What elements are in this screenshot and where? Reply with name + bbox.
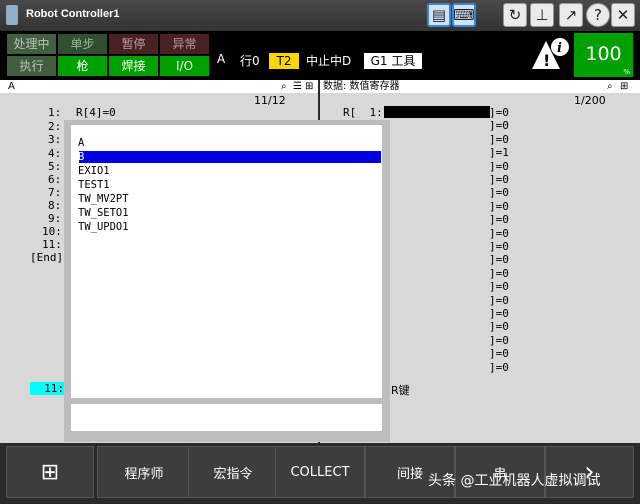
editor-title: A bbox=[8, 81, 15, 92]
line-num-10[interactable]: 10: bbox=[42, 225, 62, 238]
register-value[interactable]: ]=0 bbox=[489, 200, 509, 213]
line-num-7[interactable]: 7: bbox=[48, 186, 61, 199]
register-value[interactable]: ]=0 bbox=[489, 361, 509, 374]
register-value[interactable]: ]=0 bbox=[489, 240, 509, 253]
register-value[interactable]: ]=0 bbox=[489, 267, 509, 280]
code-line-1: R[4]=0 bbox=[76, 106, 116, 119]
list-icon[interactable]: ☰ bbox=[293, 81, 302, 92]
register-value[interactable]: ]=0 bbox=[489, 133, 509, 146]
register-value[interactable]: ]=0 bbox=[489, 294, 509, 307]
led-run: 执行 bbox=[7, 56, 56, 76]
alarm-info-icon[interactable]: ! i bbox=[530, 37, 570, 73]
register-value[interactable]: ]=0 bbox=[489, 173, 509, 186]
register-row-1-label[interactable]: R[ 1: bbox=[343, 106, 383, 119]
list-item[interactable]: A bbox=[78, 137, 84, 149]
register-value[interactable]: ]=0 bbox=[489, 106, 509, 119]
led-gun: 枪 bbox=[58, 56, 107, 76]
keyboard-icon[interactable]: ⌨ bbox=[452, 3, 476, 27]
speed-unit: % bbox=[623, 68, 630, 76]
register-title: 数据: 数值寄存器 bbox=[323, 81, 400, 92]
speed-value: 100 bbox=[585, 43, 622, 65]
end-marker: [End] bbox=[30, 251, 64, 264]
register-value[interactable]: ]=0 bbox=[489, 334, 509, 347]
list-item[interactable]: TEST1 bbox=[78, 179, 110, 191]
list-item[interactable]: TW_UPDO1 bbox=[78, 221, 129, 233]
register-header: 数据: 数值寄存器 bbox=[320, 80, 640, 93]
led-fault: 异常 bbox=[160, 34, 209, 54]
close-icon[interactable]: ✕ bbox=[611, 3, 635, 27]
svg-text:!: ! bbox=[543, 51, 550, 70]
popup-input-field[interactable] bbox=[71, 404, 382, 431]
exec-state: 中止中D bbox=[306, 54, 352, 68]
display-toggle-icon[interactable]: ▤ bbox=[427, 3, 451, 27]
register-comment-field[interactable] bbox=[384, 106, 490, 118]
list-item[interactable]: TW_SETO1 bbox=[78, 207, 129, 219]
line-num-2[interactable]: 2: bbox=[48, 120, 61, 133]
line-num-9[interactable]: 9: bbox=[48, 212, 61, 225]
menu-grid-icon[interactable]: ⊞ bbox=[6, 446, 94, 498]
led-weld: 焊接 bbox=[109, 56, 158, 76]
line-number: 行0 bbox=[240, 54, 260, 68]
line-num-5[interactable]: 5: bbox=[48, 160, 61, 173]
zoom-icon[interactable]: ⌕ bbox=[281, 81, 287, 92]
line-num-8[interactable]: 8: bbox=[48, 199, 61, 212]
register-value[interactable]: ]=0 bbox=[489, 186, 509, 199]
f1-button[interactable]: 程序师 bbox=[97, 446, 191, 498]
list-item[interactable]: TW_MV2PT bbox=[78, 193, 129, 205]
editor-position: 11/12 bbox=[254, 94, 286, 107]
f3-button[interactable]: COLLECT bbox=[275, 446, 365, 498]
maximize-icon[interactable]: ⊞ bbox=[305, 81, 313, 92]
register-value[interactable]: ]=0 bbox=[489, 213, 509, 226]
register-position: 1/200 bbox=[574, 94, 606, 107]
editor-header: A bbox=[0, 80, 318, 93]
register-value[interactable]: ]=0 bbox=[489, 347, 509, 360]
help-icon[interactable]: ? bbox=[586, 3, 610, 27]
line-num-1[interactable]: 1: bbox=[48, 106, 61, 119]
program-name: A bbox=[217, 52, 226, 66]
window-title: Robot Controller1 bbox=[26, 8, 120, 20]
title-bar: Robot Controller1 ▤ ⌨ ↻ ⊥ ↗ ? ✕ bbox=[0, 0, 640, 31]
line-num-3[interactable]: 3: bbox=[48, 133, 61, 146]
register-value[interactable]: ]=0 bbox=[489, 320, 509, 333]
register-value[interactable]: ]=0 bbox=[489, 280, 509, 293]
program-list: A B EXIO1 TEST1 TW_MV2PT TW_SETO1 TW_UPD… bbox=[71, 125, 382, 398]
list-item-selected[interactable]: B bbox=[78, 151, 84, 163]
program-select-popup: A B EXIO1 TEST1 TW_MV2PT TW_SETO1 TW_UPD… bbox=[64, 120, 390, 442]
register-value[interactable]: ]=1 bbox=[489, 146, 509, 159]
line-num-4[interactable]: 4: bbox=[48, 147, 61, 160]
register-value[interactable]: ]=0 bbox=[489, 227, 509, 240]
export-icon[interactable]: ↗ bbox=[559, 3, 583, 27]
maximize-icon-2[interactable]: ⊞ bbox=[620, 81, 628, 92]
led-io: I/O bbox=[160, 56, 209, 76]
register-value[interactable]: ]=0 bbox=[489, 119, 509, 132]
current-line[interactable]: 11: bbox=[30, 382, 64, 395]
f2-button[interactable]: 宏指令 bbox=[188, 446, 278, 498]
mode-badge: T2 bbox=[269, 53, 299, 69]
register-value[interactable]: ]=0 bbox=[489, 307, 509, 320]
frame-badge: G1 工具 bbox=[364, 53, 422, 69]
line-num-6[interactable]: 6: bbox=[48, 173, 61, 186]
register-value[interactable]: ]=0 bbox=[489, 160, 509, 173]
led-hold: 暂停 bbox=[109, 34, 158, 54]
register-value[interactable]: ]=0 bbox=[489, 253, 509, 266]
app-icon bbox=[6, 5, 18, 25]
selection-highlight bbox=[79, 151, 381, 163]
speed-override[interactable]: 100 % bbox=[574, 33, 633, 77]
robot-arm-icon[interactable]: ⊥ bbox=[530, 3, 554, 27]
zoom-icon-2[interactable]: ⌕ bbox=[607, 81, 613, 92]
watermark: 头条 @工业机器人虚拟调试 bbox=[428, 473, 601, 489]
led-step: 单步 bbox=[58, 34, 107, 54]
reset-icon[interactable]: ↻ bbox=[503, 3, 527, 27]
led-processing: 处理中 bbox=[7, 34, 56, 54]
list-item[interactable]: EXIO1 bbox=[78, 165, 110, 177]
line-num-11[interactable]: 11: bbox=[42, 238, 62, 251]
svg-text:i: i bbox=[557, 41, 562, 56]
